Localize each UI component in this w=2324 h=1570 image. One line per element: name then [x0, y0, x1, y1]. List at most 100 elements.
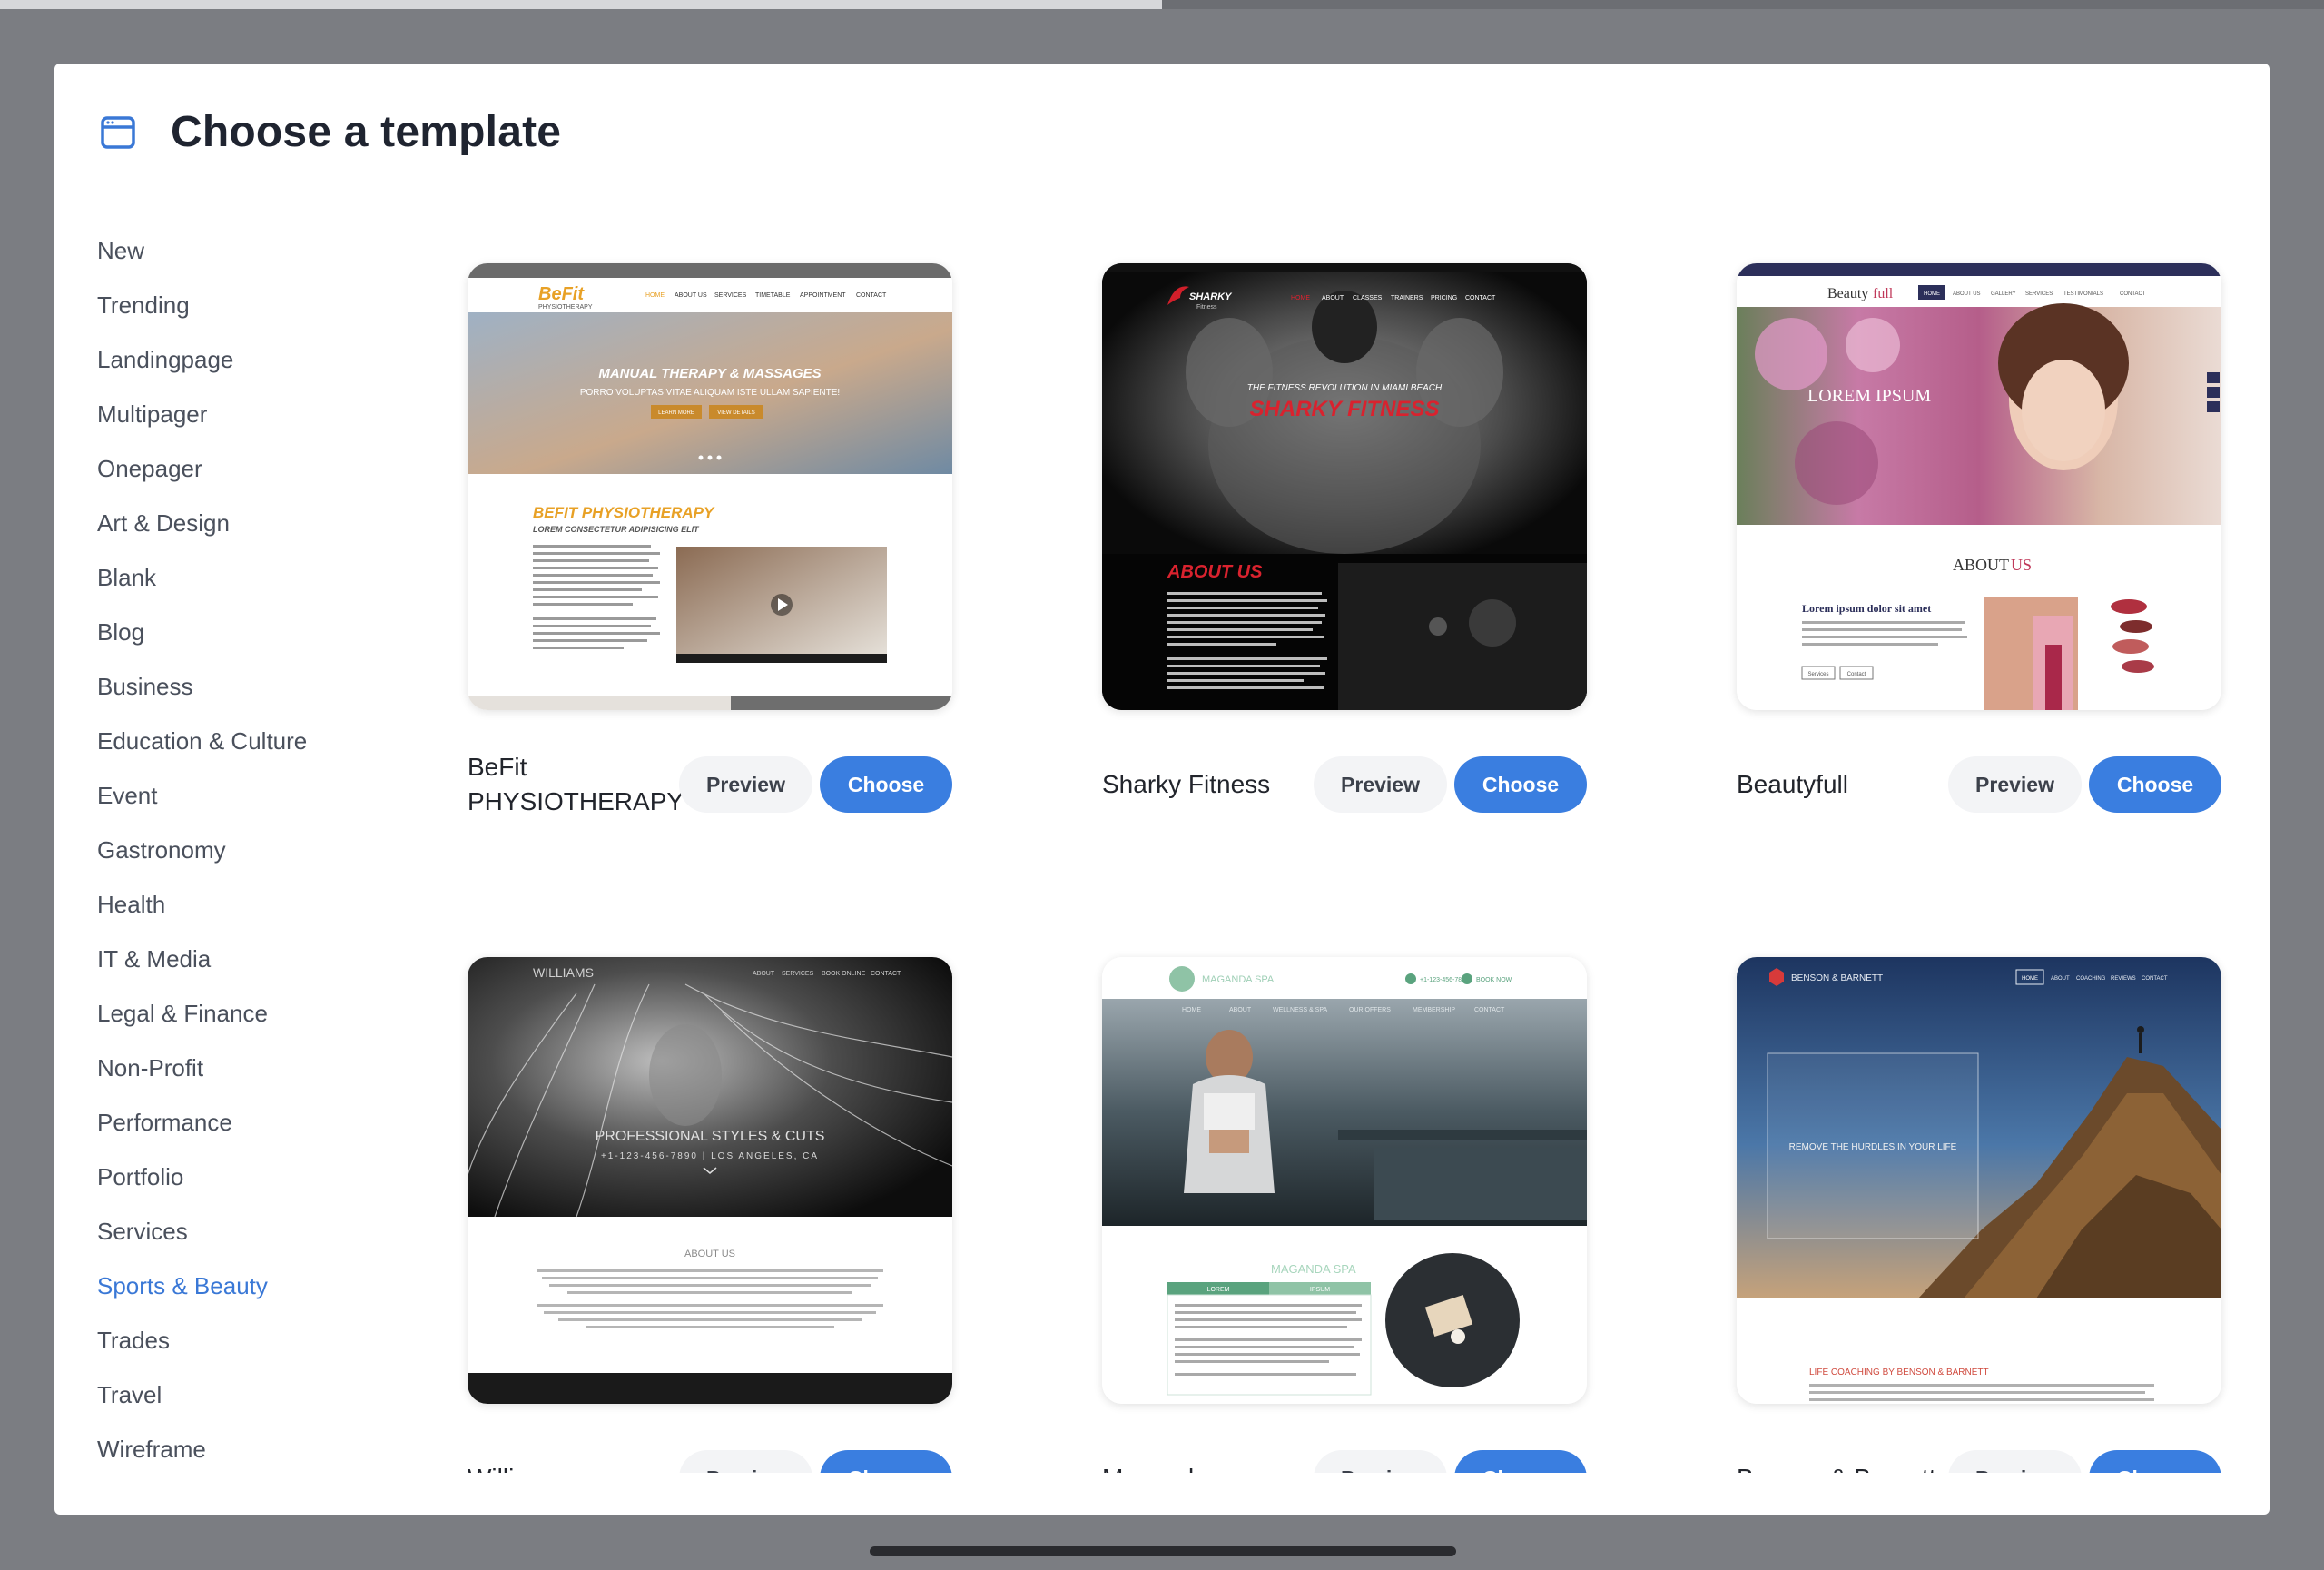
svg-text:Beauty: Beauty: [1827, 286, 1868, 301]
svg-text:US: US: [2011, 556, 2032, 574]
svg-text:SERVICES: SERVICES: [2025, 291, 2053, 297]
svg-text:CONTACT: CONTACT: [1465, 295, 1496, 301]
svg-text:MEMBERSHIP: MEMBERSHIP: [1413, 1007, 1455, 1013]
svg-text:LOREM CONSECTETUR ADIPISICING: LOREM CONSECTETUR ADIPISICING ELIT: [533, 525, 700, 534]
svg-text:BEFIT PHYSIOTHERAPY: BEFIT PHYSIOTHERAPY: [533, 504, 715, 521]
preview-button[interactable]: Preview: [1948, 756, 2082, 813]
preview-button[interactable]: Preview: [679, 756, 812, 813]
maganda-preview-image: MAGANDA SPA +1-123-456-7890 BOOK NOW HOM…: [1102, 957, 1587, 1404]
choose-button[interactable]: Choose: [2089, 1450, 2221, 1473]
template-thumbnail[interactable]: Beauty full HOME ABOUT US GALLERY SERVIC…: [1737, 263, 2221, 710]
svg-text:LOREM IPSUM: LOREM IPSUM: [1807, 386, 1931, 406]
svg-text:Fitness: Fitness: [1196, 304, 1217, 311]
svg-text:WELLNESS & SPA: WELLNESS & SPA: [1273, 1007, 1328, 1013]
svg-text:PORRO VOLUPTAS VITAE ALIQUAM I: PORRO VOLUPTAS VITAE ALIQUAM ISTE ULLAM …: [580, 388, 840, 398]
template-name: Sharky Fitness: [1102, 770, 1271, 798]
template-thumbnail[interactable]: MAGANDA SPA +1-123-456-7890 BOOK NOW HOM…: [1102, 957, 1587, 1404]
svg-text:REMOVE THE HURDLES IN YOUR LIF: REMOVE THE HURDLES IN YOUR LIFE: [1789, 1142, 1957, 1152]
svg-text:Services: Services: [1807, 672, 1828, 677]
svg-text:ABOUT US: ABOUT US: [675, 292, 707, 299]
preview-button[interactable]: Preview: [679, 1450, 812, 1473]
preview-button[interactable]: Preview: [1948, 1450, 2082, 1473]
template-name: Benson & Barnett: [1737, 1461, 1964, 1473]
svg-text:IPSUM: IPSUM: [1310, 1287, 1330, 1293]
benson-barnett-preview-image: BENSON & BARNETT HOME ABOUT COACHING REV…: [1737, 957, 2221, 1404]
svg-text:full: full: [1873, 286, 1894, 301]
choose-button[interactable]: Choose: [1454, 1450, 1587, 1473]
choose-button[interactable]: Choose: [1454, 756, 1587, 813]
svg-text:LOREM: LOREM: [1207, 1287, 1230, 1293]
svg-text:BeFit: BeFit: [538, 284, 585, 304]
template-card-footer: Benson & Barnett Preview Choose: [1737, 1440, 2221, 1473]
template-name: Williams: [468, 1461, 694, 1473]
svg-text:ABOUT: ABOUT: [753, 971, 775, 977]
preview-button[interactable]: Preview: [1314, 1450, 1447, 1473]
choose-button[interactable]: Choose: [820, 756, 952, 813]
svg-text:Lorem ipsum dolor sit amet: Lorem ipsum dolor sit amet: [1802, 602, 1931, 615]
template-card-footer: BeFit PHYSIOTHERAPY Preview Choose: [468, 746, 952, 823]
sharky-fitness-preview-image: SHARKY Fitness HOME ABOUT CLASSES TRAINE…: [1102, 263, 1587, 710]
choose-button[interactable]: Choose: [2089, 756, 2221, 813]
svg-text:LEARN MORE: LEARN MORE: [658, 410, 694, 416]
svg-text:SERVICES: SERVICES: [782, 971, 814, 977]
svg-text:SERVICES: SERVICES: [714, 292, 747, 299]
preview-button[interactable]: Preview: [1314, 756, 1447, 813]
svg-text:TIMETABLE: TIMETABLE: [755, 292, 791, 299]
svg-text:HOME: HOME: [645, 292, 665, 299]
template-thumbnail[interactable]: BeFit PHYSIOTHERAPY HOME ABOUT US SERVIC…: [468, 263, 952, 710]
svg-text:CONTACT: CONTACT: [871, 971, 901, 977]
svg-text:THE FITNESS REVOLUTION IN MIAM: THE FITNESS REVOLUTION IN MIAMI BEACH: [1247, 383, 1443, 393]
svg-text:HOME: HOME: [1291, 295, 1310, 301]
svg-text:BOOK NOW: BOOK NOW: [1476, 977, 1512, 983]
svg-text:PRICING: PRICING: [1431, 295, 1457, 301]
svg-text:ABOUT: ABOUT: [1229, 1007, 1252, 1013]
svg-text:+1-123-456-7890: +1-123-456-7890: [1420, 977, 1469, 983]
svg-text:WILLIAMS: WILLIAMS: [533, 965, 594, 980]
svg-text:SHARKY: SHARKY: [1189, 291, 1233, 302]
template-name: Beautyfull: [1737, 770, 1848, 798]
svg-text:HOME: HOME: [1924, 291, 1940, 297]
svg-text:HOME: HOME: [2022, 976, 2038, 982]
svg-text:CLASSES: CLASSES: [1353, 295, 1383, 301]
svg-text:MAGANDA SPA: MAGANDA SPA: [1271, 1262, 1356, 1276]
svg-text:Contact: Contact: [1847, 672, 1866, 677]
svg-text:BOOK ONLINE: BOOK ONLINE: [822, 971, 866, 977]
template-thumbnail[interactable]: SHARKY Fitness HOME ABOUT CLASSES TRAINE…: [1102, 263, 1587, 710]
svg-text:OUR OFFERS: OUR OFFERS: [1349, 1007, 1391, 1013]
svg-text:CONTACT: CONTACT: [2120, 291, 2146, 297]
svg-text:CONTACT: CONTACT: [856, 292, 887, 299]
svg-text:TRAINERS: TRAINERS: [1391, 295, 1423, 301]
svg-text:ABOUT US: ABOUT US: [1953, 291, 1981, 297]
choose-button[interactable]: Choose: [820, 1450, 952, 1473]
svg-text:ABOUT: ABOUT: [1953, 556, 2009, 574]
svg-text:CONTACT: CONTACT: [1474, 1007, 1505, 1013]
svg-text:GALLERY: GALLERY: [1991, 291, 2016, 297]
svg-text:+1-123-456-7890 | LOS ANGELES,: +1-123-456-7890 | LOS ANGELES, CA: [601, 1151, 819, 1161]
template-card-footer: Maganda Preview Choose: [1102, 1440, 1587, 1473]
svg-text:LIFE COACHING BY BENSON & BARN: LIFE COACHING BY BENSON & BARNETT: [1809, 1368, 1989, 1377]
befit-preview-image: BeFit PHYSIOTHERAPY HOME ABOUT US SERVIC…: [468, 263, 952, 710]
template-card-footer: Sharky Fitness Preview Choose: [1102, 746, 1587, 823]
template-thumbnail[interactable]: WILLIAMS ABOUT SERVICES BOOK ONLINE CONT…: [468, 957, 952, 1404]
svg-text:COACHING: COACHING: [2076, 976, 2106, 982]
svg-text:ABOUT: ABOUT: [1322, 295, 1344, 301]
template-card-footer: Beautyfull Preview Choose: [1737, 746, 2221, 823]
svg-text:SHARKY FITNESS: SHARKY FITNESS: [1250, 397, 1440, 421]
home-indicator: [870, 1546, 1456, 1556]
template-grid: BeFit PHYSIOTHERAPY HOME ABOUT US SERVIC…: [54, 64, 2270, 1473]
svg-text:TESTIMONIALS: TESTIMONIALS: [2063, 291, 2103, 297]
svg-text:ABOUT US: ABOUT US: [684, 1249, 735, 1259]
svg-text:ABOUT: ABOUT: [2051, 976, 2070, 982]
svg-text:MANUAL THERAPY & MASSAGES: MANUAL THERAPY & MASSAGES: [598, 366, 821, 381]
template-name: Maganda: [1102, 1461, 1329, 1473]
choose-template-modal: Choose a template New Trending Landingpa…: [54, 64, 2270, 1515]
williams-preview-image: WILLIAMS ABOUT SERVICES BOOK ONLINE CONT…: [468, 957, 952, 1404]
loading-progress-bar: [0, 0, 2324, 9]
template-thumbnail[interactable]: BENSON & BARNETT HOME ABOUT COACHING REV…: [1737, 957, 2221, 1404]
svg-text:CONTACT: CONTACT: [2142, 976, 2168, 982]
svg-text:BENSON & BARNETT: BENSON & BARNETT: [1791, 973, 1883, 983]
svg-text:HOME: HOME: [1182, 1007, 1201, 1013]
svg-text:REVIEWS: REVIEWS: [2111, 976, 2136, 982]
template-name: BeFit PHYSIOTHERAPY: [468, 753, 684, 815]
svg-text:VIEW DETAILS: VIEW DETAILS: [717, 410, 755, 416]
